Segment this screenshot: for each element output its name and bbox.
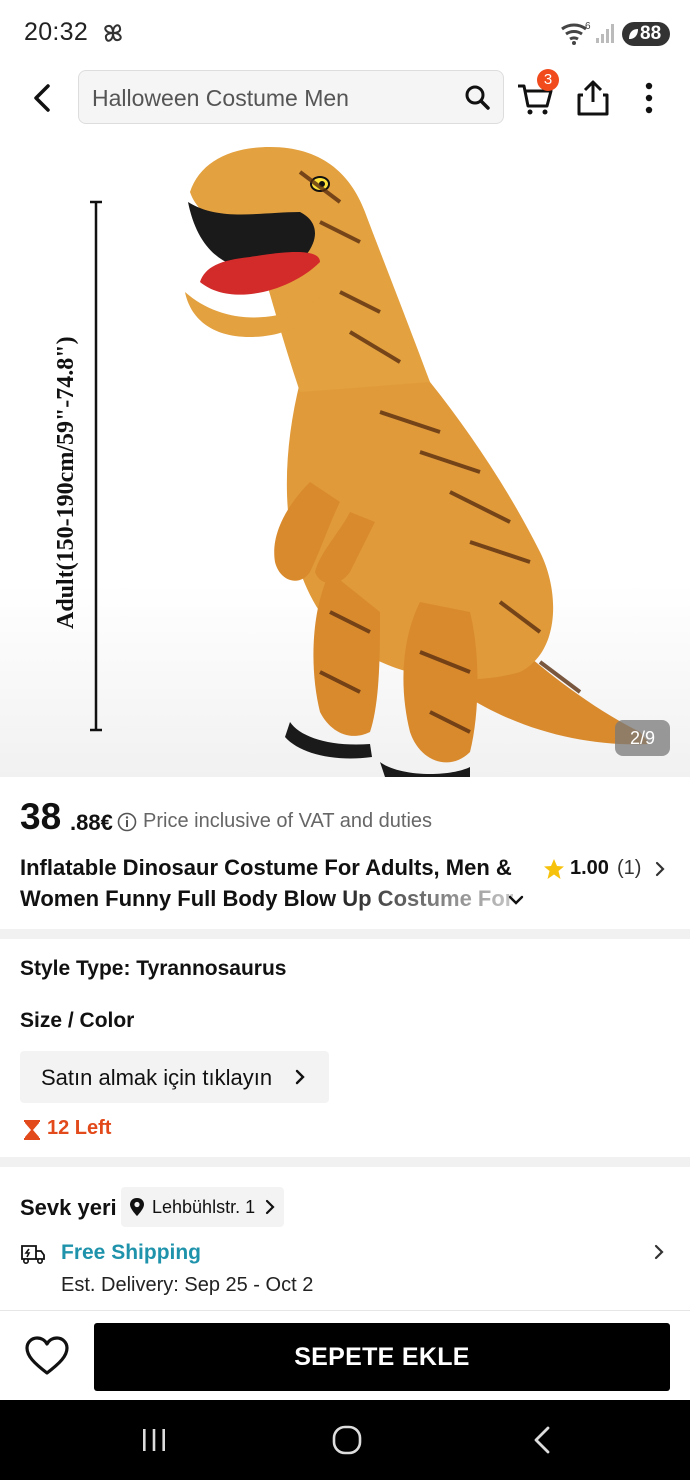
battery-indicator: 88 <box>622 22 670 46</box>
chevron-down-icon[interactable] <box>506 890 526 910</box>
nav-back-icon[interactable] <box>530 1424 554 1456</box>
pinwheel-icon <box>104 24 122 42</box>
chevron-right-icon <box>295 1069 305 1085</box>
price-integer: 38 <box>20 796 62 837</box>
hourglass-icon <box>24 1120 40 1140</box>
search-bar[interactable]: Halloween Costume Men <box>78 70 504 124</box>
info-icon[interactable] <box>117 812 137 832</box>
price-row: 38 .88€ Price inclusive of VAT and dutie… <box>20 796 680 842</box>
section-divider <box>0 929 690 939</box>
back-button[interactable] <box>22 76 62 120</box>
battery-level: 88 <box>640 23 662 44</box>
section-divider <box>0 1157 690 1167</box>
price-note: Price inclusive of VAT and duties <box>143 810 433 832</box>
add-to-cart-button[interactable]: SEPETE EKLE <box>94 1323 670 1391</box>
back-arrow-icon <box>34 84 50 112</box>
top-app-bar: Halloween Costume Men 3 <box>0 64 690 132</box>
recent-apps-icon[interactable] <box>138 1424 170 1456</box>
battery-saver-icon <box>629 29 638 39</box>
free-shipping-label[interactable]: Free Shipping <box>61 1241 201 1265</box>
ship-from-label: Sevk yeri <box>20 1195 117 1220</box>
bottom-action-bar: SEPETE EKLE <box>0 1310 690 1400</box>
address-text: Lehbühlstr. 1 <box>152 1197 256 1217</box>
signal-icon <box>596 24 614 43</box>
address-selector[interactable]: Lehbühlstr. 1 <box>121 1187 284 1227</box>
status-bar: 20:32 6 88 <box>0 0 690 64</box>
home-icon[interactable] <box>331 1424 363 1456</box>
location-pin-icon <box>130 1198 144 1216</box>
fast-delivery-truck-icon <box>21 1245 45 1265</box>
product-image <box>90 147 650 777</box>
wifi-icon: 6 <box>561 21 591 45</box>
estimated-delivery: Est. Delivery: Sep 25 - Oct 2 <box>61 1274 314 1296</box>
price-decimal: .88€ <box>70 810 113 835</box>
rating-summary[interactable]: 1.00 (1) <box>543 856 673 882</box>
chevron-right-icon[interactable] <box>652 1243 666 1261</box>
system-navigation-bar <box>0 1400 690 1480</box>
select-options-button[interactable]: Satın almak için tıklayın <box>20 1051 329 1103</box>
chevron-right-icon <box>265 1199 275 1215</box>
rating-value: 1.00 <box>570 857 609 879</box>
search-icon[interactable] <box>463 83 491 111</box>
rating-count: (1) <box>617 857 642 879</box>
search-input[interactable]: Halloween Costume Men <box>92 85 349 112</box>
wifi-label: 6 <box>585 21 591 32</box>
chevron-right-icon <box>655 861 665 877</box>
style-type-label: Style Type: Tyrannosaurus <box>20 957 287 980</box>
product-image-gallery[interactable]: Adult(150-190cm/59"-74.8") 2/9 <box>0 132 690 777</box>
size-color-label: Size / Color <box>20 1009 135 1032</box>
product-title[interactable]: Inflatable Dinosaur Costume For Adults, … <box>20 852 520 916</box>
more-options-icon[interactable] <box>636 78 662 118</box>
stock-left-text: 12 Left <box>47 1117 112 1139</box>
product-title-line1: Inflatable Dinosaur Costume For Adults, … <box>20 855 512 880</box>
heart-icon[interactable] <box>24 1335 70 1377</box>
select-options-label: Satın almak için tıklayın <box>41 1065 273 1090</box>
product-title-line2: Women Funny Full Body Blow Up Costume Fo… <box>20 883 520 914</box>
size-annotation: Adult(150-190cm/59"-74.8") <box>53 336 79 630</box>
cart-count-badge: 3 <box>537 69 559 91</box>
star-icon <box>544 859 564 879</box>
status-time: 20:32 <box>24 18 89 46</box>
image-counter: 2/9 <box>615 720 670 756</box>
share-icon[interactable] <box>575 78 611 118</box>
